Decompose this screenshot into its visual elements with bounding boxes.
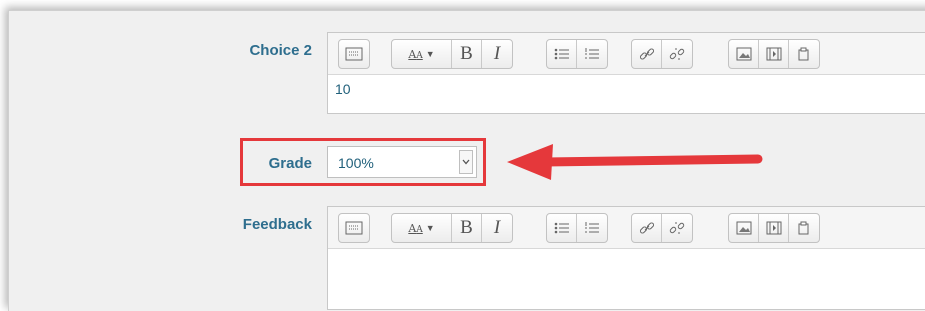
toolbar-group-2: AA ▼ B I: [391, 39, 513, 69]
choice-2-text[interactable]: 10: [328, 75, 925, 113]
unlink-icon[interactable]: [662, 40, 692, 68]
unordered-list-icon[interactable]: [547, 214, 577, 242]
red-arrow-annotation: [507, 144, 763, 180]
font-style-icon[interactable]: AA ▼: [392, 214, 452, 242]
ordered-list-icon[interactable]: [577, 214, 607, 242]
feedback-label: Feedback: [242, 216, 312, 233]
image-icon[interactable]: [729, 214, 759, 242]
toolbar-toggle-icon[interactable]: [339, 40, 369, 68]
unlink-icon[interactable]: [662, 214, 692, 242]
italic-icon[interactable]: I: [482, 40, 512, 68]
grade-selected-value: 100%: [338, 155, 374, 171]
editor-toolbar: AA ▼ B I: [328, 207, 925, 249]
toolbar-group-1: [338, 213, 370, 243]
font-style-icon[interactable]: AA ▼: [392, 40, 452, 68]
ordered-list-icon[interactable]: [577, 40, 607, 68]
link-icon[interactable]: [632, 214, 662, 242]
manage-files-icon[interactable]: [789, 214, 819, 242]
toolbar-group-3: [546, 213, 608, 243]
toolbar-group-4: [631, 213, 693, 243]
feedback-text[interactable]: [328, 249, 925, 309]
grade-label: Grade: [268, 155, 312, 172]
toolbar-group-3: [546, 39, 608, 69]
grade-select[interactable]: 100%: [327, 146, 477, 178]
manage-files-icon[interactable]: [789, 40, 819, 68]
toolbar-group-5: [728, 39, 820, 69]
toolbar-group-5: [728, 213, 820, 243]
media-icon[interactable]: [759, 40, 789, 68]
toolbar-group-1: [338, 39, 370, 69]
italic-icon[interactable]: I: [482, 214, 512, 242]
chevron-down-icon[interactable]: [459, 150, 473, 174]
editor-toolbar: AA ▼ B I: [328, 33, 925, 75]
toolbar-toggle-icon[interactable]: [339, 214, 369, 242]
bold-icon[interactable]: B: [452, 40, 482, 68]
link-icon[interactable]: [632, 40, 662, 68]
toolbar-group-2: AA ▼ B I: [391, 213, 513, 243]
image-icon[interactable]: [729, 40, 759, 68]
choice-2-label: Choice 2: [249, 42, 312, 59]
feedback-editor[interactable]: AA ▼ B I: [327, 206, 925, 310]
toolbar-group-4: [631, 39, 693, 69]
bold-icon[interactable]: B: [452, 214, 482, 242]
media-icon[interactable]: [759, 214, 789, 242]
unordered-list-icon[interactable]: [547, 40, 577, 68]
choice-2-editor[interactable]: AA ▼ B I 10: [327, 32, 925, 114]
